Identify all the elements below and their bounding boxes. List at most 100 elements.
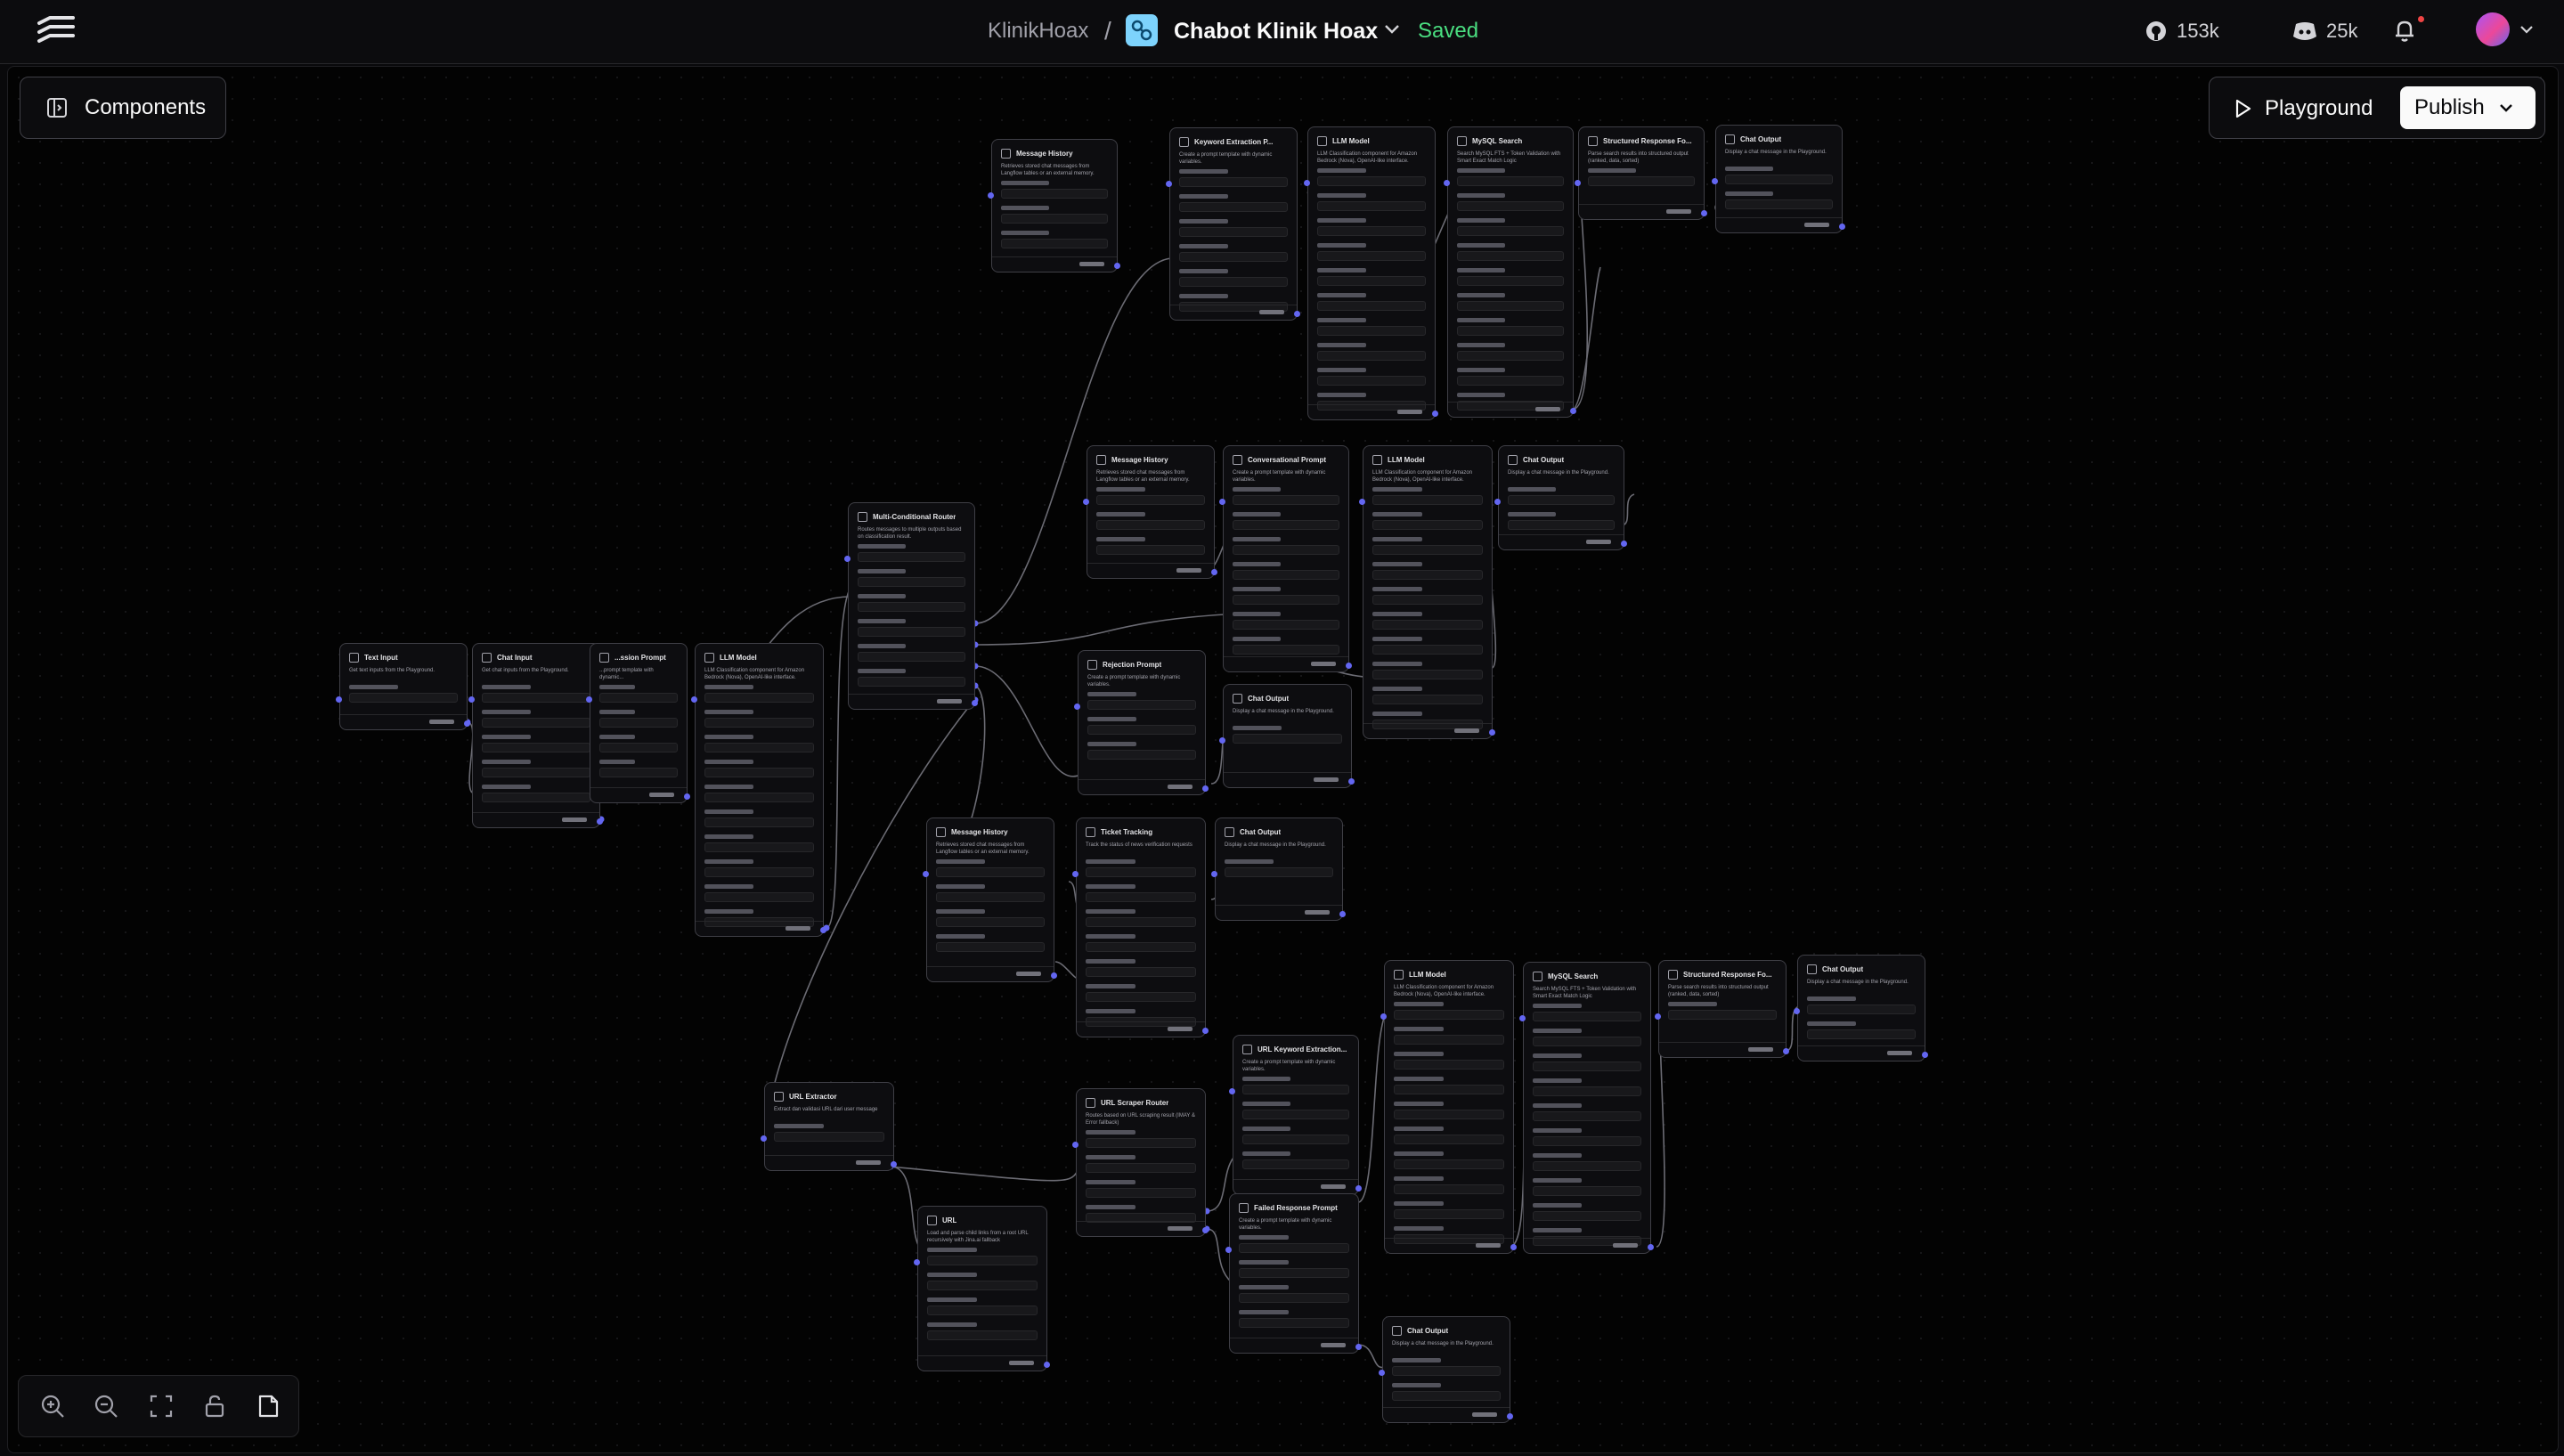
field-input[interactable] (1533, 1086, 1641, 1096)
flow-node[interactable]: Chat Output Display a chat message in the… (1382, 1316, 1510, 1423)
field-input[interactable] (704, 842, 814, 852)
output-handle[interactable] (1507, 1413, 1513, 1419)
field-input[interactable] (482, 743, 590, 752)
output-handle[interactable] (1648, 1244, 1654, 1250)
field-input[interactable] (1392, 1391, 1501, 1401)
input-handle[interactable] (1444, 180, 1450, 186)
field-input[interactable] (482, 793, 590, 802)
field-input[interactable] (1394, 1135, 1504, 1144)
flow-node[interactable]: URL Extractor Extract dan validasi URL da… (764, 1082, 894, 1171)
input-handle[interactable] (468, 696, 475, 703)
field-input[interactable] (1533, 1012, 1641, 1021)
output-handle[interactable] (1922, 1052, 1928, 1058)
field-input[interactable] (1087, 725, 1196, 735)
field-input[interactable] (1233, 734, 1342, 744)
field-input[interactable] (1457, 301, 1564, 311)
field-input[interactable] (936, 867, 1045, 877)
field-input[interactable] (1508, 495, 1615, 505)
field-input[interactable] (1533, 1037, 1641, 1046)
field-input[interactable] (1086, 1138, 1196, 1148)
field-input[interactable] (1372, 570, 1483, 580)
field-input[interactable] (1233, 620, 1339, 630)
field-input[interactable] (1233, 570, 1339, 580)
field-input[interactable] (704, 892, 814, 902)
output-handle[interactable] (1839, 224, 1845, 230)
field-input[interactable] (1239, 1318, 1349, 1328)
field-input[interactable] (1533, 1111, 1641, 1121)
field-input[interactable] (1807, 1005, 1916, 1014)
field-input[interactable] (704, 867, 814, 877)
flow-node[interactable]: Chat Input Get chat inputs from the Playg… (472, 643, 600, 828)
output-handle[interactable] (1294, 311, 1300, 317)
field-input[interactable] (1096, 495, 1205, 505)
output-handle[interactable] (891, 1161, 897, 1167)
field-input[interactable] (1372, 495, 1483, 505)
field-input[interactable] (927, 1306, 1038, 1315)
input-handle[interactable] (336, 696, 342, 703)
field-input[interactable] (1588, 176, 1695, 186)
flow-node[interactable]: URL Scraper Router Routes based on URL sc… (1076, 1088, 1206, 1237)
output-handle[interactable] (1783, 1048, 1789, 1054)
input-handle[interactable] (1655, 1013, 1661, 1020)
flow-node[interactable]: Failed Response Prompt Create a prompt te… (1229, 1193, 1359, 1354)
unlock-icon[interactable] (200, 1392, 229, 1420)
publish-button[interactable]: Publish (2400, 86, 2536, 129)
field-input[interactable] (858, 652, 965, 662)
output-handle[interactable] (684, 793, 690, 800)
flow-node[interactable]: Conversational Prompt Create a prompt tem… (1223, 445, 1349, 672)
field-input[interactable] (349, 693, 458, 703)
field-input[interactable] (1179, 277, 1288, 287)
zoom-out-icon[interactable] (92, 1392, 120, 1420)
field-input[interactable] (858, 602, 965, 612)
field-input[interactable] (1457, 376, 1564, 386)
field-input[interactable] (704, 743, 814, 752)
field-input[interactable] (1001, 214, 1108, 224)
chevron-down-icon[interactable] (1380, 18, 1404, 41)
output-handle[interactable] (1202, 785, 1209, 792)
output-handle[interactable] (1570, 408, 1576, 414)
input-handle[interactable] (586, 696, 592, 703)
field-input[interactable] (1179, 252, 1288, 262)
field-input[interactable] (1096, 545, 1205, 555)
field-input[interactable] (858, 627, 965, 637)
input-handle[interactable] (1712, 178, 1718, 184)
input-handle[interactable] (1225, 1247, 1232, 1253)
flow-node[interactable]: Structured Response Fo... Parse search re… (1578, 126, 1705, 220)
field-input[interactable] (704, 817, 814, 827)
field-input[interactable] (1086, 942, 1196, 952)
field-input[interactable] (927, 1256, 1038, 1265)
field-input[interactable] (1457, 251, 1564, 261)
field-input[interactable] (1457, 201, 1564, 211)
output-handle[interactable] (1621, 541, 1627, 547)
input-handle[interactable] (1359, 499, 1365, 505)
flow-node[interactable]: Chat Output Display a chat message in the… (1498, 445, 1624, 550)
field-input[interactable] (599, 768, 678, 777)
input-handle[interactable] (1072, 1142, 1079, 1148)
flow-node[interactable]: Structured Response Fo... Parse search re… (1658, 960, 1787, 1058)
field-input[interactable] (1392, 1366, 1501, 1376)
flow-node[interactable]: Message History Retrieves stored chat mes… (1087, 445, 1215, 579)
output-handle[interactable] (1211, 569, 1217, 575)
output-handle[interactable] (597, 818, 603, 825)
flow-name[interactable]: Chabot Klinik Hoax (1174, 16, 1378, 46)
flow-node[interactable]: Ticket Tracking Track the status of news … (1076, 817, 1206, 1037)
field-input[interactable] (1233, 545, 1339, 555)
output-handle[interactable] (1489, 729, 1495, 736)
output-handle[interactable] (1051, 972, 1057, 979)
output-handle[interactable] (1701, 210, 1707, 216)
field-input[interactable] (1001, 189, 1108, 199)
input-handle[interactable] (844, 556, 851, 562)
field-input[interactable] (858, 577, 965, 587)
field-input[interactable] (936, 942, 1045, 952)
input-handle[interactable] (1229, 1088, 1235, 1094)
fit-view-icon[interactable] (147, 1392, 175, 1420)
field-input[interactable] (1242, 1135, 1349, 1144)
field-input[interactable] (704, 718, 814, 728)
field-input[interactable] (1086, 892, 1196, 902)
field-input[interactable] (704, 693, 814, 703)
notification-bell-icon[interactable] (2390, 16, 2419, 45)
flow-node[interactable]: URL Keyword Extraction... Create a prompt… (1233, 1035, 1359, 1195)
field-input[interactable] (1457, 351, 1564, 361)
field-input[interactable] (1317, 326, 1426, 336)
flow-node[interactable]: URL Load and parse child links from a roo… (917, 1206, 1047, 1371)
